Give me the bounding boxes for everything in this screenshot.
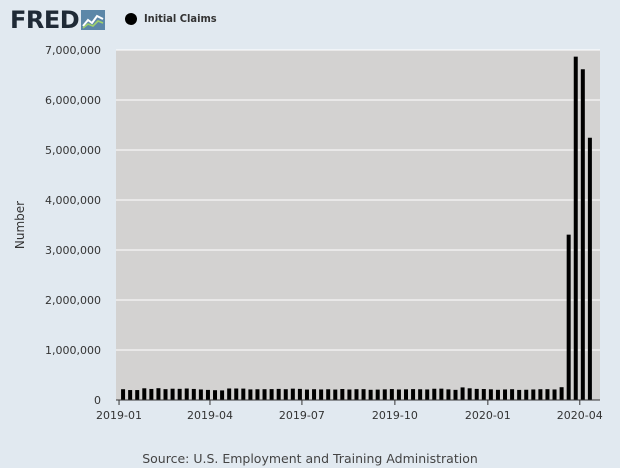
bar[interactable]: [361, 389, 366, 400]
bar[interactable]: [290, 388, 295, 400]
bar[interactable]: [531, 389, 536, 400]
bar[interactable]: [488, 389, 493, 400]
bar[interactable]: [283, 389, 288, 400]
y-tick-label: 7,000,000: [45, 44, 101, 57]
bar[interactable]: [411, 389, 416, 400]
bar[interactable]: [304, 389, 309, 400]
bar[interactable]: [439, 388, 444, 400]
bar[interactable]: [467, 388, 472, 400]
bar[interactable]: [552, 389, 557, 400]
y-tick-label: 2,000,000: [45, 294, 101, 307]
bar[interactable]: [191, 388, 196, 400]
bar[interactable]: [566, 234, 571, 400]
bar[interactable]: [177, 388, 182, 400]
bar[interactable]: [135, 390, 140, 400]
x-tick-label: 2019-07: [279, 409, 325, 422]
bar[interactable]: [453, 389, 458, 400]
bar[interactable]: [262, 389, 267, 400]
y-tick-label: 1,000,000: [45, 344, 101, 357]
bar[interactable]: [418, 389, 423, 400]
bar[interactable]: [517, 389, 522, 400]
x-tick-label: 2019-10: [372, 409, 418, 422]
bar[interactable]: [149, 388, 154, 400]
bar[interactable]: [333, 389, 338, 400]
bar[interactable]: [312, 389, 317, 400]
bar[interactable]: [184, 388, 189, 401]
bar[interactable]: [354, 389, 359, 400]
bar[interactable]: [347, 389, 352, 401]
x-tick-label: 2020-01: [465, 409, 511, 422]
bar[interactable]: [276, 388, 281, 400]
bar[interactable]: [446, 389, 451, 400]
y-tick-label: 5,000,000: [45, 144, 101, 157]
y-axis-label: Number: [13, 200, 27, 250]
bar[interactable]: [559, 387, 564, 400]
y-tick-label: 0: [94, 394, 101, 407]
bar[interactable]: [524, 389, 529, 400]
x-tick-label: 2019-04: [187, 409, 233, 422]
bar[interactable]: [503, 389, 508, 400]
bar[interactable]: [128, 390, 133, 400]
bar[interactable]: [248, 389, 253, 400]
bar[interactable]: [474, 388, 479, 400]
source-note: Source: U.S. Employment and Training Adm…: [142, 451, 478, 466]
y-tick-label: 6,000,000: [45, 94, 101, 107]
bar[interactable]: [241, 388, 246, 400]
bar[interactable]: [538, 389, 543, 400]
chart-svg[interactable]: 0 1,000,000 2,000,000 3,000,000 4,000,000 5,0…: [0, 0, 620, 468]
x-tick-label: 2019-01: [96, 409, 142, 422]
bar[interactable]: [255, 389, 260, 400]
bar[interactable]: [389, 389, 394, 400]
bar[interactable]: [481, 389, 486, 400]
bar[interactable]: [220, 390, 225, 400]
bar[interactable]: [297, 388, 302, 400]
bar[interactable]: [432, 388, 437, 400]
bar[interactable]: [142, 388, 147, 400]
bar[interactable]: [156, 388, 161, 400]
bar[interactable]: [163, 389, 168, 400]
bar[interactable]: [234, 388, 239, 401]
bar[interactable]: [425, 389, 430, 400]
bar[interactable]: [340, 389, 345, 400]
bar[interactable]: [460, 387, 465, 400]
bar[interactable]: [396, 389, 401, 401]
bar[interactable]: [213, 390, 218, 400]
bar[interactable]: [319, 389, 324, 400]
bar[interactable]: [495, 389, 500, 400]
y-tick-label: 4,000,000: [45, 194, 101, 207]
bar[interactable]: [403, 389, 408, 400]
bar[interactable]: [587, 137, 592, 400]
bar[interactable]: [510, 389, 515, 400]
x-tick-label: 2020-04: [557, 409, 603, 422]
y-tick-label: 3,000,000: [45, 244, 101, 257]
bar[interactable]: [269, 389, 274, 400]
bar[interactable]: [205, 389, 210, 400]
bar[interactable]: [545, 389, 550, 400]
bar[interactable]: [368, 389, 373, 400]
bar[interactable]: [227, 388, 232, 401]
bar[interactable]: [382, 389, 387, 400]
bar[interactable]: [198, 389, 203, 400]
plot-area: [116, 50, 600, 400]
bar[interactable]: [580, 69, 585, 400]
bar[interactable]: [121, 389, 126, 400]
bar[interactable]: [375, 389, 380, 400]
bar[interactable]: [170, 388, 175, 400]
bar[interactable]: [326, 389, 331, 400]
bar[interactable]: [573, 56, 578, 401]
